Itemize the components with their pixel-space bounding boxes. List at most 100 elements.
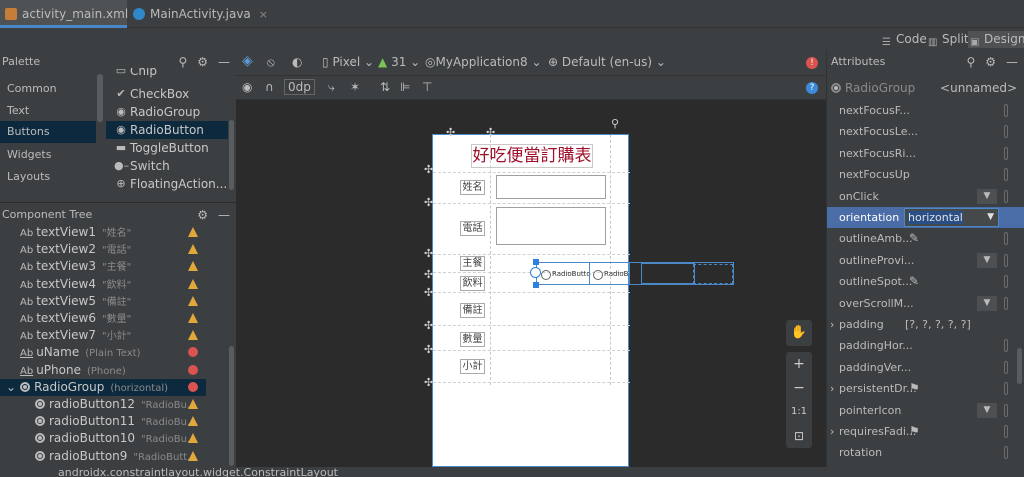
preview-title[interactable]: 好吃便當訂購表 [471, 144, 593, 168]
attr-row-outlineamb[interactable]: outlineAmb... ✎ [827, 228, 1024, 249]
warning-icon[interactable] [188, 295, 198, 306]
palette-widget-floatingactionbutton[interactable]: ⊕ FloatingAction... [113, 175, 227, 193]
attr-reference-indicator[interactable] [1004, 104, 1008, 117]
attr-row-rotation[interactable]: rotation [827, 442, 1024, 463]
attr-reference-indicator[interactable] [1004, 125, 1008, 139]
attr-reference-indicator[interactable] [1004, 403, 1008, 417]
tree-item-uphone[interactable]: Ab uPhone (Phone) [0, 362, 206, 379]
preview-label-name[interactable]: 姓名 [460, 180, 485, 195]
radio-button-preview[interactable]: RadioButton [541, 267, 591, 282]
palette-widget-switch[interactable]: ●– Switch [113, 157, 170, 175]
error-indicator-icon[interactable]: ! [806, 57, 818, 69]
zoom-actual-size-button[interactable]: 1:1 [786, 400, 812, 424]
attr-reference-indicator[interactable] [1004, 425, 1008, 438]
help-icon[interactable]: ? [806, 82, 818, 94]
pack-icon[interactable]: ⇅ [380, 80, 390, 94]
align-icon[interactable]: ⊫ [400, 80, 410, 94]
tree-item-textview1[interactable]: Ab textView1 "姓名" [0, 224, 206, 241]
resize-handle[interactable] [533, 259, 539, 265]
warning-icon[interactable] [188, 313, 198, 323]
close-tab-icon[interactable]: × [259, 8, 268, 21]
radio-button-preview[interactable]: RadioBu [593, 267, 631, 282]
theme-icon[interactable]: ◐ [292, 55, 302, 69]
tree-item-textview5[interactable]: Ab textView5 "備註" [0, 293, 206, 310]
preview-label-quantity[interactable]: 數量 [460, 332, 485, 347]
chevron-right-icon[interactable]: › [830, 421, 834, 442]
warning-icon[interactable] [188, 450, 198, 461]
warning-icon[interactable] [188, 416, 198, 427]
tree-item-uname[interactable]: Ab uName (Plain Text) [0, 344, 206, 361]
palette-category-widgets[interactable]: Widgets [0, 144, 96, 166]
search-icon[interactable]: ⚲ [178, 55, 187, 69]
preview-label-subtotal[interactable]: 小計 [460, 359, 485, 374]
widget-scrollbar[interactable] [229, 120, 234, 190]
warning-icon[interactable] [188, 261, 198, 272]
attr-reference-indicator[interactable] [1004, 168, 1008, 182]
orientation-icon[interactable]: ⦸ [267, 55, 275, 70]
name-input-preview[interactable] [496, 175, 606, 199]
minimize-icon[interactable]: — [218, 208, 230, 222]
zoom-to-fit-icon[interactable]: ⊡ [786, 424, 812, 448]
layers-icon[interactable]: ◈ [242, 53, 253, 69]
palette-widget-radiobutton[interactable]: ◉ RadioButton [106, 121, 228, 139]
warning-icon[interactable] [188, 330, 198, 341]
code-mode-button[interactable]: ☰ Code [880, 31, 927, 48]
attributes-scrollbar[interactable] [1017, 348, 1022, 384]
palette-widget-chip[interactable]: ▭ Chip [113, 68, 157, 80]
attr-row-onclick[interactable]: onClick ▼ [827, 186, 1024, 207]
chevron-right-icon[interactable]: › [830, 378, 834, 399]
locale-selector[interactable]: ⊕ Default (en-us) ⌄ [548, 55, 666, 69]
warning-icon[interactable] [188, 278, 198, 289]
tree-item-textview7[interactable]: Ab textView7 "小計" [0, 327, 206, 344]
tree-item-radiobutton10[interactable]: radioButton10 "RadioBu... [0, 430, 206, 447]
tree-item-radiogroup[interactable]: ⌄ RadioGroup (horizontal) [0, 378, 206, 396]
tree-item-textview3[interactable]: Ab textView3 "主餐" [0, 258, 206, 275]
tree-item-radiobutton9[interactable]: radioButton9 "RadioButt... [0, 448, 206, 465]
chevron-right-icon[interactable]: › [830, 314, 834, 335]
warning-icon[interactable] [188, 433, 198, 444]
warning-icon[interactable] [188, 227, 198, 237]
palette-widget-radiogroup[interactable]: ◉ RadioGroup [113, 103, 200, 121]
attr-reference-indicator[interactable] [1004, 232, 1008, 246]
attr-reference-indicator[interactable] [1004, 382, 1008, 396]
preview-label-main[interactable]: 主餐 [460, 256, 485, 271]
attr-reference-indicator[interactable] [1004, 339, 1008, 353]
palette-category-layouts[interactable]: Layouts [0, 166, 96, 188]
default-margin-field[interactable]: 0dp [284, 79, 315, 95]
zoom-in-button[interactable]: + [786, 352, 812, 376]
eyedropper-icon[interactable]: ✎ [909, 228, 919, 249]
tab-mainactivity-java[interactable]: MainActivity.java × [128, 0, 268, 28]
preview-label-drink[interactable]: 飲料 [460, 276, 485, 291]
radio-button-offscreen[interactable] [641, 263, 695, 284]
app-theme-selector[interactable]: ◎MyApplication8 ⌄ [425, 55, 542, 69]
tree-item-radiobutton12[interactable]: radioButton12 "RadioBu... [0, 396, 206, 413]
attr-row-orientation[interactable]: orientation horizontal ▼ [827, 207, 1024, 228]
tab-activity-main-xml[interactable]: activity_main.xml× [0, 0, 145, 28]
attr-row-outlineprovi[interactable]: outlineProvi... ▼ [827, 250, 1024, 271]
attr-row-persistentdr[interactable]: › persistentDr... ⚑ [827, 378, 1024, 399]
radio-button-offscreen[interactable] [693, 264, 733, 284]
dropdown-arrow-icon[interactable]: ▼ [977, 188, 997, 204]
palette-widget-checkbox[interactable]: ✔ CheckBox [113, 85, 189, 103]
attr-reference-indicator[interactable] [1004, 360, 1008, 374]
search-icon[interactable]: ⚲ [966, 55, 975, 69]
attr-row-nextfocusup[interactable]: nextFocusUp [827, 164, 1024, 185]
dropdown-arrow-icon[interactable]: ▼ [977, 252, 997, 268]
chevron-down-icon[interactable]: ⌄ [6, 380, 16, 394]
tree-item-textview6[interactable]: Ab textView6 "數量" [0, 310, 206, 327]
api-level-selector[interactable]: ▲ 31 ⌄ [378, 55, 420, 69]
minimize-icon[interactable]: — [1006, 55, 1018, 69]
padding-value[interactable]: [?, ?, ?, ?, ?] [905, 314, 971, 335]
attr-reference-indicator[interactable] [1004, 275, 1008, 289]
warning-icon[interactable] [188, 399, 198, 409]
tree-item-textview4[interactable]: Ab textView4 "飲料" [0, 276, 206, 293]
component-tree-scrollbar[interactable] [229, 346, 234, 466]
attr-row-pointericon[interactable]: pointerIcon ▼ [827, 400, 1024, 421]
guidelines-icon[interactable]: ⊤ [422, 80, 432, 94]
warning-icon[interactable] [188, 244, 198, 255]
palette-category-buttons[interactable]: Buttons [0, 121, 96, 143]
preview-label-phone[interactable]: 電話 [460, 221, 485, 236]
tree-item-textview2[interactable]: Ab textView2 "電話" [0, 241, 206, 258]
phone-input-preview[interactable] [496, 207, 606, 245]
resize-handle[interactable] [533, 282, 539, 288]
